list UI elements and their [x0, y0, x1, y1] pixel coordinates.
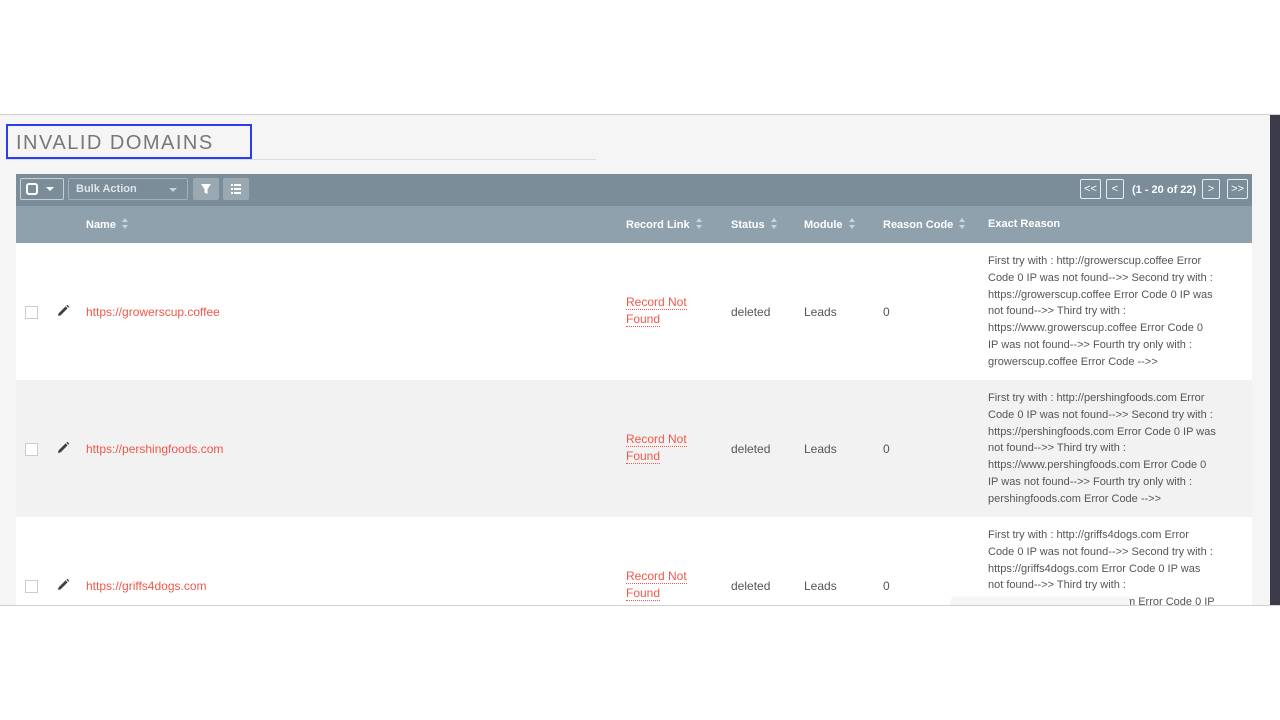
exact-reason-line: https://pershingfoods.com Error Code 0 I…	[988, 425, 1216, 438]
row-checkbox[interactable]	[25, 443, 38, 456]
record-link[interactable]: Record Not Found	[626, 431, 696, 465]
reason-code-value: 0	[883, 442, 890, 456]
exact-reason-text: First try with : http://pershingfoods.co…	[988, 390, 1232, 508]
exact-reason-line: https://www.pershingfoods.com Error Code…	[988, 459, 1207, 472]
domain-name-link[interactable]: https://griffs4dogs.com	[86, 579, 207, 593]
bulk-action-label: Bulk Action	[76, 183, 137, 195]
sort-icon	[770, 218, 778, 230]
exact-reason-line: pershingfoods.com Error Code -->>	[988, 492, 1162, 505]
exact-reason-line: First try with : http://growerscup.coffe…	[988, 255, 1202, 267]
row-checkbox[interactable]	[25, 580, 38, 593]
column-header-exact-reason: Exact Reason	[988, 218, 1060, 230]
chevron-down-icon	[169, 188, 177, 192]
column-header-label: Exact Reason	[988, 218, 1061, 230]
sort-icon	[121, 218, 129, 230]
exact-reason-line: IP was not found-->> Fourth try only wit…	[988, 338, 1193, 351]
column-header-label: Status	[731, 219, 765, 231]
pager-last-button[interactable]: >>	[1227, 179, 1248, 199]
reason-code-value: 0	[883, 305, 890, 319]
table-row: https://griffs4dogs.com Record Not Found…	[16, 517, 1252, 605]
select-all-dropdown[interactable]	[20, 178, 64, 200]
filter-button[interactable]	[193, 178, 219, 200]
exact-reason-line: Code 0 IP was not found-->> Second try w…	[988, 408, 1213, 421]
record-link-line: Found	[626, 312, 661, 327]
module-value: Leads	[804, 442, 837, 456]
module-value: Leads	[804, 305, 837, 319]
title-divider	[6, 159, 596, 160]
exact-reason-line: growerscup.coffee Error Code -->>	[988, 355, 1158, 368]
sort-icon	[695, 218, 703, 230]
sort-icon	[959, 218, 966, 230]
exact-reason-line: First try with : http://pershingfoods.co…	[988, 392, 1205, 404]
column-chooser-button[interactable]	[223, 178, 249, 200]
exact-reason-line: IP was not found-->> Fourth try only wit…	[988, 475, 1193, 488]
filter-icon	[201, 184, 211, 194]
exact-reason-line: https://growerscup.coffee Error Code 0 I…	[988, 288, 1213, 301]
table-row: https://pershingfoods.com Record Not Fou…	[16, 380, 1252, 517]
column-header-label: Reason Code	[883, 219, 954, 231]
list-icon	[231, 184, 241, 194]
exact-reason-line: not found-->> Third try with :	[988, 305, 1126, 318]
floating-panel	[952, 598, 1130, 605]
bulk-action-dropdown[interactable]: Bulk Action	[68, 178, 188, 200]
page-title-highlight: INVALID DOMAINS	[6, 124, 252, 159]
exact-reason-text: First try with : http://griffs4dogs.com …	[988, 527, 1232, 605]
column-header-label: Module	[804, 219, 843, 231]
page-title: INVALID DOMAINS	[16, 132, 214, 154]
column-header-module[interactable]: Module	[804, 218, 856, 231]
exact-reason-text: First try with : http://growerscup.coffe…	[988, 253, 1232, 371]
domain-name-link[interactable]: https://growerscup.coffee	[86, 305, 220, 319]
status-value: deleted	[731, 442, 771, 456]
column-header-label: Record Link	[626, 219, 690, 231]
chevron-down-icon	[46, 187, 54, 191]
column-header-label: Name	[86, 219, 116, 231]
status-value: deleted	[731, 579, 771, 593]
table-header: Name Record Link Status Module Reason Co…	[16, 206, 1252, 243]
module-value: Leads	[804, 579, 837, 593]
record-link-line: Record Not	[626, 432, 687, 447]
sort-icon	[848, 218, 856, 230]
edit-pencil-icon[interactable]	[56, 441, 70, 455]
list-view-screen: INVALID DOMAINS Bulk Action << < (1 - 20…	[0, 114, 1280, 606]
row-checkbox[interactable]	[25, 306, 38, 319]
exact-reason-line: https://griffs4dogs.com Error Code 0 IP …	[988, 562, 1201, 575]
table-row: https://growerscup.coffee Record Not Fou…	[16, 243, 1252, 380]
pager-count: (1 - 20 of 22)	[1132, 184, 1197, 196]
record-link-line: Record Not	[626, 295, 687, 310]
exact-reason-line: not found-->> Third try with :	[988, 442, 1126, 455]
column-header-record-link[interactable]: Record Link	[626, 218, 703, 231]
exact-reason-line: https://www.growerscup.coffee Error Code…	[988, 322, 1204, 335]
scrollbar[interactable]	[1270, 115, 1280, 605]
column-header-status[interactable]: Status	[731, 218, 778, 231]
pager-next-button[interactable]: >	[1202, 179, 1220, 199]
pager-first-button[interactable]: <<	[1080, 179, 1101, 199]
exact-reason-line: Code 0 IP was not found-->> Second try w…	[988, 545, 1213, 558]
column-header-name[interactable]: Name	[86, 218, 129, 231]
checkbox-icon	[26, 183, 38, 195]
edit-pencil-icon[interactable]	[56, 578, 70, 592]
record-link-line: Found	[626, 586, 661, 601]
pager-prev-button[interactable]: <	[1106, 179, 1124, 199]
exact-reason-line: Code 0 IP was not found-->> Second try w…	[988, 271, 1213, 284]
exact-reason-line: First try with : http://griffs4dogs.com …	[988, 529, 1189, 541]
record-link[interactable]: Record Not Found	[626, 294, 696, 328]
status-value: deleted	[731, 305, 771, 319]
record-link[interactable]: Record Not Found	[626, 568, 696, 602]
domain-name-link[interactable]: https://pershingfoods.com	[86, 442, 223, 456]
edit-pencil-icon[interactable]	[56, 304, 70, 318]
exact-reason-line: not found-->> Third try with :	[988, 579, 1126, 592]
record-link-line: Record Not	[626, 569, 687, 584]
record-link-line: Found	[626, 449, 661, 464]
reason-code-value: 0	[883, 579, 890, 593]
list-toolbar: Bulk Action << < (1 - 20 of 22) > >>	[16, 174, 1252, 206]
column-header-reason-code[interactable]: Reason Code	[883, 218, 966, 231]
